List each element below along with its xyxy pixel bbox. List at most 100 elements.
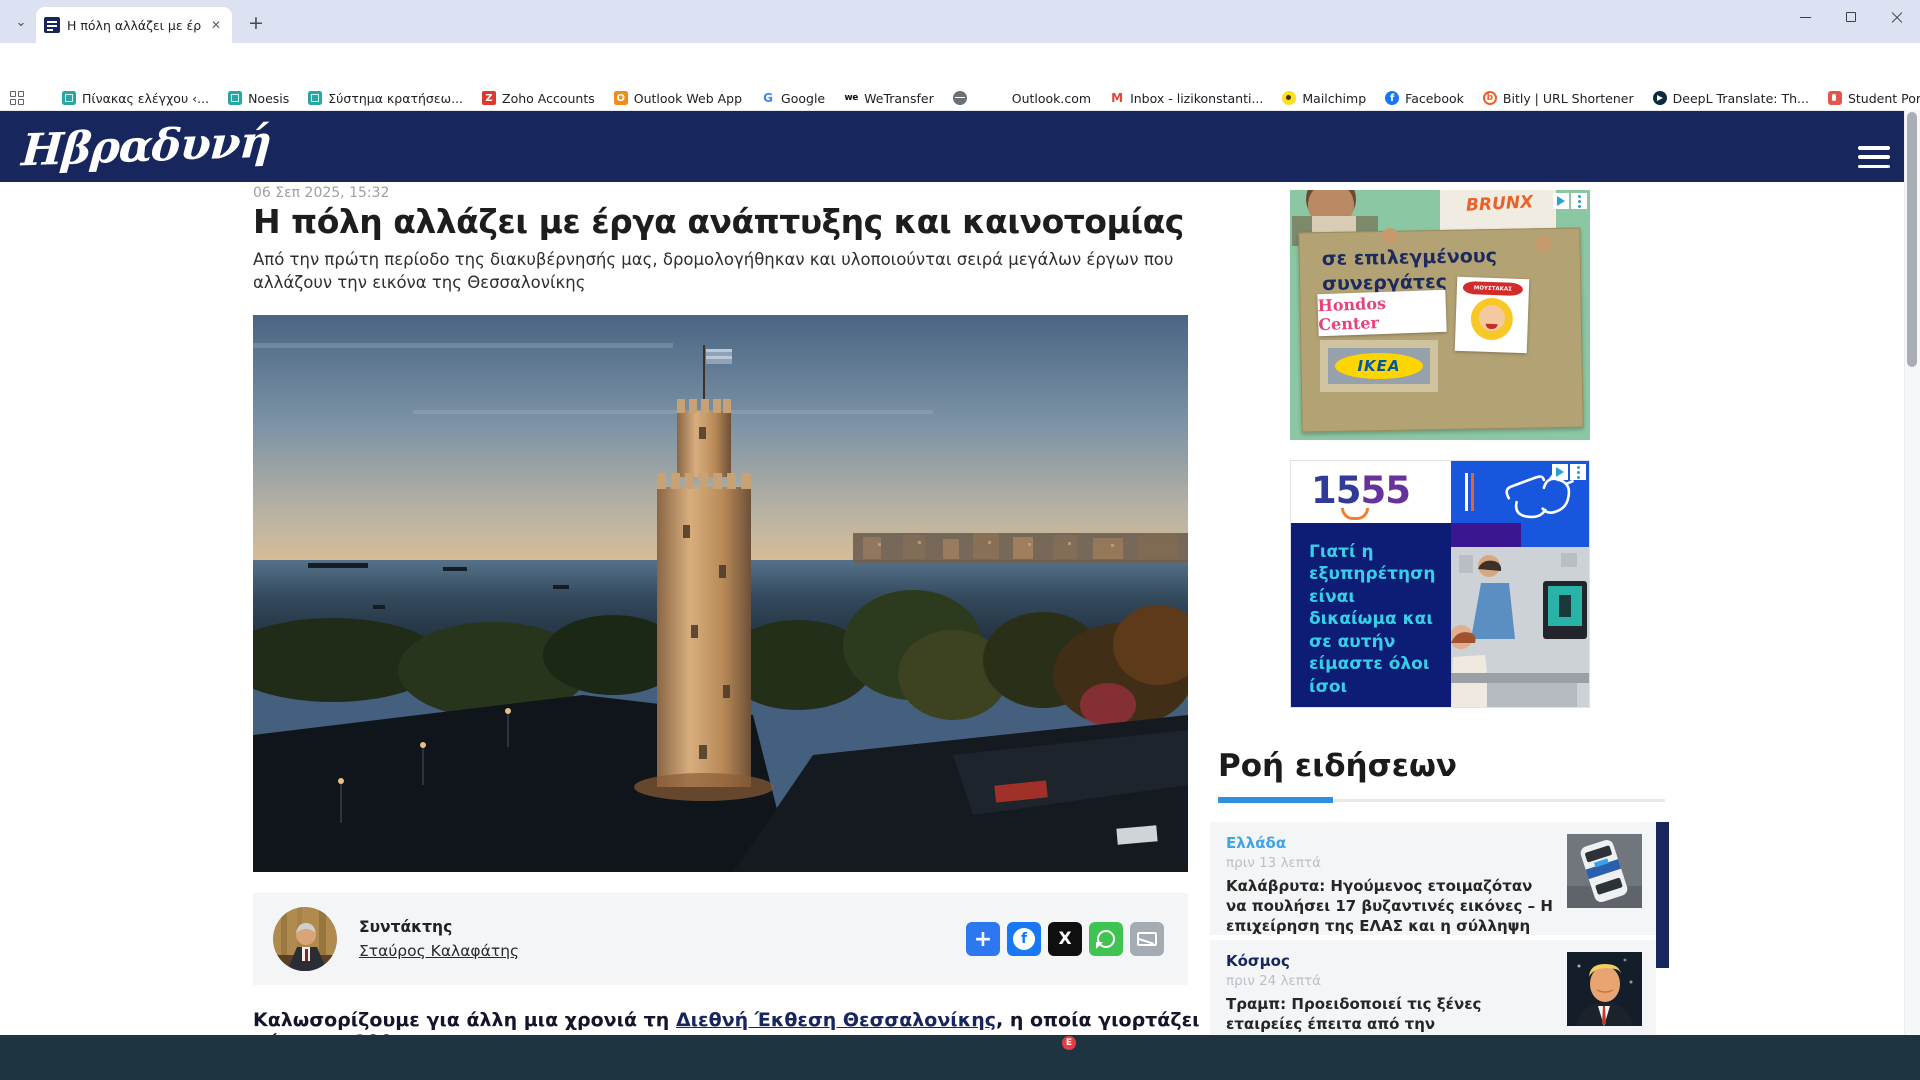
ad-hand xyxy=(1536,236,1552,252)
envelope-icon xyxy=(1137,932,1157,946)
news-headline[interactable]: Καλάβρυτα: Ηγούμενος ετοιμαζόταν να πουλ… xyxy=(1226,877,1556,935)
teal-app-icon xyxy=(308,91,322,105)
author-avatar xyxy=(273,907,337,971)
news-thumbnail-police-car[interactable] xyxy=(1567,834,1642,908)
moustakas-ribbon: ΜΟΥΣΤΑΚΑΣ xyxy=(1463,281,1523,296)
ad-navy-panel: Γιατί η εξυπηρέτηση είναι δικαίωμα και σ… xyxy=(1291,523,1451,708)
microsoft-icon xyxy=(992,91,1006,105)
headset-arc xyxy=(1341,508,1369,520)
window-maximize-button[interactable] xyxy=(1828,0,1874,34)
bookmark-mailchimp[interactable]: Mailchimp xyxy=(1282,91,1366,106)
ad-purple-block xyxy=(1451,523,1521,547)
ad-1555-banner[interactable]: 1555 Γιατί η εξυπηρέτηση είναι δικαίωμα … xyxy=(1290,460,1590,708)
ad-office-photo xyxy=(1451,547,1590,708)
article-subtitle: Από την πρώτη περίοδο της διακυβέρνησής … xyxy=(253,248,1203,294)
tab-search-button[interactable]: ⌄ xyxy=(8,9,34,35)
author-card: Συντάκτης Σταύρος Καλαφάτης + f X xyxy=(253,893,1188,985)
window-controls xyxy=(1782,0,1920,34)
taskbar xyxy=(0,1035,1920,1080)
news-category[interactable]: Ελλάδα xyxy=(1226,834,1556,852)
site-logo[interactable]: Ηβραδυνή xyxy=(20,117,273,177)
article-date: 06 Σεπ 2025, 15:32 xyxy=(253,185,389,201)
moustakas-logo: ΜΟΥΣΤΑΚΑΣ xyxy=(1455,277,1530,353)
feed-scrollbar-thumb[interactable] xyxy=(1656,822,1669,968)
page-scrollbar-thumb[interactable] xyxy=(1907,112,1917,367)
wetransfer-icon: we xyxy=(844,91,858,105)
white-tower-illustration xyxy=(253,315,1188,872)
tab-close-icon[interactable]: ✕ xyxy=(208,17,224,33)
news-timestamp: πριν 24 λεπτά xyxy=(1226,973,1556,989)
author-label: Συντάκτης xyxy=(359,918,519,936)
bookmark-facebook[interactable]: fFacebook xyxy=(1385,91,1464,106)
bookmark-outlook-com[interactable]: Outlook.com xyxy=(992,91,1091,106)
paragraph-text: Καλωσορίζουμε για άλλη μια χρονιά τη xyxy=(253,1009,676,1031)
bookmark-noesis[interactable]: Noesis xyxy=(228,91,289,106)
tab-strip: ⌄ Η πόλη αλλάζει με έργα ανάπτ ✕ + xyxy=(0,0,1920,43)
browser-toolbar: ← → ↻ ⌂ vradini.gr/apopseis/i-poli-allaz… xyxy=(0,43,1920,86)
bookmarks-bar: Πίνακας ελέγχου ‹... Noesis Σύστημα κρατ… xyxy=(0,86,1920,111)
moustakas-mascot xyxy=(1470,297,1513,340)
article-hero-image xyxy=(253,315,1188,872)
bookmark-google[interactable]: GGoogle xyxy=(761,91,825,106)
bookmark-bitly[interactable]: bBitly | URL Shortener xyxy=(1483,91,1634,106)
chrome-profile-badge: E xyxy=(1062,1036,1076,1050)
bookmark-owa[interactable]: OOutlook Web App xyxy=(614,91,742,106)
ad-hand xyxy=(1382,228,1398,244)
globe-icon xyxy=(953,91,967,105)
screen: ⌄ Η πόλη αλλάζει με έργα ανάπτ ✕ + ← → ↻… xyxy=(0,0,1920,1080)
bookmark-globe[interactable] xyxy=(953,91,973,105)
facebook-icon: f xyxy=(1385,91,1399,105)
ikea-card: IKEA xyxy=(1320,340,1438,392)
share-buttons: + f X xyxy=(966,922,1168,956)
bookmark-inbox[interactable]: MInbox - lizikonstanti... xyxy=(1110,91,1263,106)
facebook-share-button[interactable]: f xyxy=(1007,922,1041,956)
window-minimize-button[interactable] xyxy=(1782,0,1828,34)
bookmark-zoho[interactable]: ZZoho Accounts xyxy=(482,91,595,106)
news-category[interactable]: Κόσμος xyxy=(1226,952,1556,970)
gmail-icon: M xyxy=(1110,91,1124,105)
news-item[interactable]: Ελλάδα πριν 13 λεπτά Καλάβρυτα: Ηγούμενο… xyxy=(1210,822,1656,935)
tif-link[interactable]: Διεθνή Έκθεση Θεσσαλονίκης xyxy=(676,1009,996,1031)
adchoices-icon[interactable] xyxy=(1552,464,1568,480)
ad-controls xyxy=(1553,193,1587,209)
bookmark-student-portal[interactable]: Student Portal xyxy=(1828,91,1920,106)
ad-controls xyxy=(1552,464,1586,480)
site-masthead: Ηβραδυνή xyxy=(0,111,1904,182)
whatsapp-icon xyxy=(1097,930,1115,948)
ad-1555-logo: 1555 xyxy=(1291,461,1451,523)
ad-options-icon[interactable] xyxy=(1571,193,1587,209)
bookmark-wetransfer[interactable]: weWeTransfer xyxy=(844,91,934,106)
new-tab-button[interactable]: + xyxy=(244,11,268,35)
bookmark-pinakas[interactable]: Πίνακας ελέγχου ‹... xyxy=(62,91,209,106)
window-close-button[interactable] xyxy=(1874,0,1920,34)
chevron-down-icon: ⌄ xyxy=(16,15,27,30)
bookmark-deepl[interactable]: DeepL Translate: Th... xyxy=(1653,91,1809,106)
author-name-link[interactable]: Σταύρος Καλαφάτης xyxy=(359,942,519,960)
adchoices-icon[interactable] xyxy=(1553,193,1569,209)
ad-1555-message: Γιατί η εξυπηρέτηση είναι δικαίωμα και σ… xyxy=(1309,541,1435,698)
ikea-logo: IKEA xyxy=(1357,357,1400,375)
news-thumbnail-trump[interactable] xyxy=(1567,952,1642,1026)
email-share-button[interactable] xyxy=(1130,922,1164,956)
google-icon: G xyxy=(761,91,775,105)
outlook-web-app-icon: O xyxy=(614,91,628,105)
student-portal-icon xyxy=(1828,91,1842,105)
ad-hondos-banner[interactable]: BRUNX σε επιλεγμένους συνεργάτες Hondos … xyxy=(1290,190,1590,440)
mailchimp-icon xyxy=(1282,91,1296,105)
zoho-icon: Z xyxy=(482,91,496,105)
teal-app-icon xyxy=(62,91,76,105)
x-share-button[interactable]: X xyxy=(1048,922,1082,956)
ad-shirt-text: BRUNX xyxy=(1466,192,1534,215)
feed-underline-track xyxy=(1333,799,1665,802)
menu-hamburger-icon[interactable] xyxy=(1858,146,1890,168)
facebook-icon: f xyxy=(1013,928,1035,950)
feed-underline-accent xyxy=(1218,797,1333,803)
bookmark-systima[interactable]: Σύστημα κρατήσεω... xyxy=(308,91,463,106)
apps-grid-icon[interactable] xyxy=(10,91,24,105)
ad-options-icon[interactable] xyxy=(1570,464,1586,480)
bitly-icon: b xyxy=(1483,91,1497,105)
sharethis-button[interactable]: + xyxy=(966,922,1000,956)
tab-title: Η πόλη αλλάζει με έργα ανάπτ xyxy=(67,18,201,33)
whatsapp-share-button[interactable] xyxy=(1089,922,1123,956)
browser-tab[interactable]: Η πόλη αλλάζει με έργα ανάπτ ✕ xyxy=(36,7,232,43)
